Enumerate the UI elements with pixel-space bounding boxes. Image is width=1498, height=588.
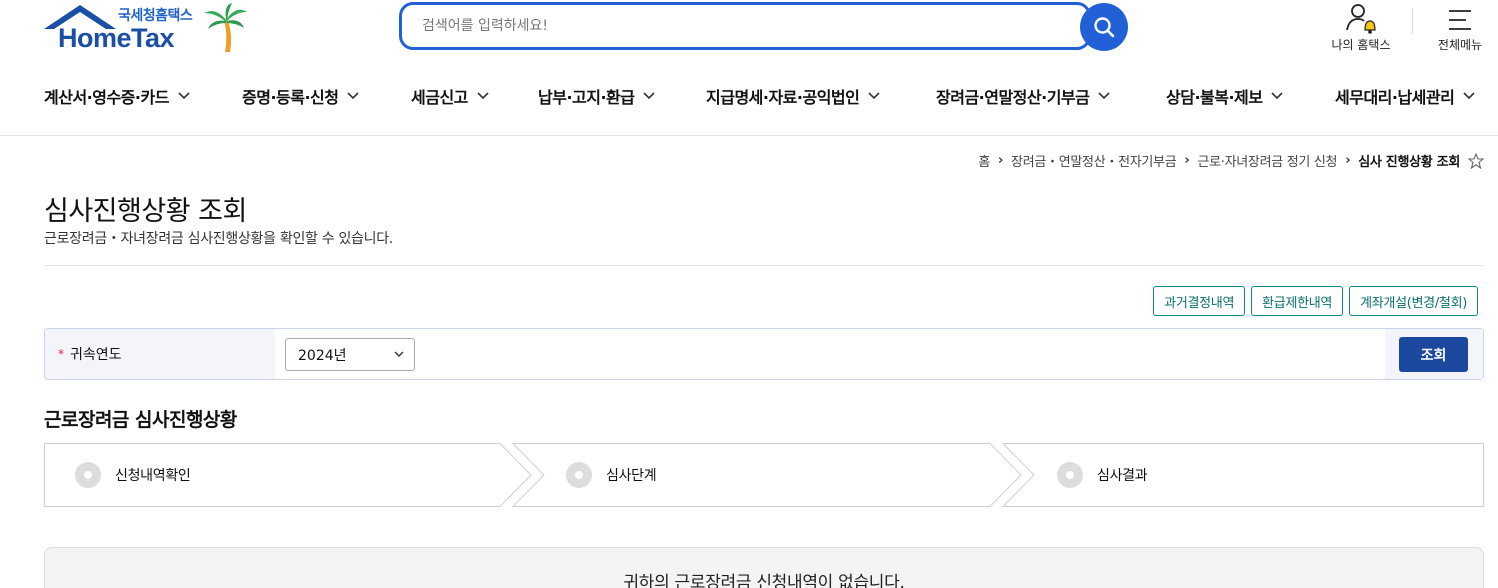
page-title: 심사진행상황 조회 xyxy=(44,196,247,227)
search-input[interactable] xyxy=(422,5,1062,47)
hometax-logo[interactable]: 국세청홈택스 HomeTax xyxy=(44,3,254,53)
gnb-label: 증명·등록·신청 xyxy=(242,88,339,107)
breadcrumb-separator: › xyxy=(1345,153,1351,168)
palm-tree-icon xyxy=(204,3,247,52)
gnb-label: 지급명세·자료·공익법인 xyxy=(706,88,860,107)
step-indicator xyxy=(1057,462,1083,488)
breadcrumb-separator: › xyxy=(1184,153,1190,168)
breadcrumb-current: 심사 진행상황 조회 xyxy=(1358,155,1460,170)
gnb-incentive-yearend[interactable]: 장려금·연말정산·기부금 xyxy=(936,84,1110,108)
chevron-down-icon xyxy=(1098,92,1110,100)
year-field-label: * 귀속연도 xyxy=(45,329,275,379)
logo-title: HomeTax xyxy=(58,23,175,53)
search-button[interactable] xyxy=(1080,3,1128,51)
my-hometax-link[interactable]: 나의 홈택스 xyxy=(1326,0,1396,53)
search-icon xyxy=(1094,17,1115,38)
gnb-payment-refund[interactable]: 납부·고지·환급 xyxy=(538,84,656,108)
gnb-tax-agent[interactable]: 세무대리·납세관리 xyxy=(1335,84,1475,108)
main-navigation: 계산서·영수증·카드 증명·등록·신청 세금신고 납부·고지·환급 지급명세·자… xyxy=(0,74,1498,136)
title-divider xyxy=(44,265,1483,266)
year-label-text: 귀속연도 xyxy=(70,347,122,363)
step-application-check: 신청내역확인 xyxy=(115,468,191,484)
gnb-label: 장려금·연말정산·기부금 xyxy=(936,88,1090,107)
search-box[interactable] xyxy=(399,2,1091,50)
user-bell-icon xyxy=(1346,4,1376,34)
gnb-label: 상담·불복·제보 xyxy=(1166,88,1263,107)
chevron-down-icon xyxy=(868,92,880,100)
my-hometax-label: 나의 홈택스 xyxy=(1331,38,1391,52)
breadcrumb-separator: › xyxy=(997,153,1004,168)
chevron-down-icon xyxy=(178,92,190,100)
header-divider xyxy=(1412,8,1413,34)
top-action-buttons: 과거결정내역 환급제한내역 계좌개설(변경/철회) xyxy=(1153,286,1478,316)
breadcrumb: 홈 › 장려금・연말정산・전자기부금 › 근로·자녀장려금 정기 신청 › 심사… xyxy=(978,151,1484,170)
gnb-certificate-registration[interactable]: 증명·등록·신청 xyxy=(242,84,360,108)
all-menu-button[interactable]: 전체메뉴 xyxy=(1430,0,1490,53)
chevron-down-icon xyxy=(394,351,404,357)
step-review-stage: 심사단계 xyxy=(606,468,657,484)
no-application-message: 귀하의 근로장려금 신청내역이 없습니다. xyxy=(623,573,905,588)
breadcrumb-home[interactable]: 홈 xyxy=(978,151,990,170)
all-menu-label: 전체메뉴 xyxy=(1437,38,1483,52)
year-select[interactable]: 2024년 xyxy=(285,338,415,371)
favorite-star-icon[interactable] xyxy=(1468,152,1484,169)
chevron-down-icon xyxy=(643,92,656,100)
chevron-down-icon xyxy=(1271,92,1284,100)
step-review-result: 심사결과 xyxy=(1097,468,1148,484)
step-indicator xyxy=(75,462,101,488)
breadcrumb-incentive[interactable]: 장려금・연말정산・전자기부금 xyxy=(1011,151,1177,170)
section-title: 근로장려금 심사진행상황 xyxy=(44,409,237,431)
gnb-payment-statements[interactable]: 지급명세·자료·공익법인 xyxy=(706,84,880,108)
hamburger-menu-icon xyxy=(1449,10,1471,30)
past-decisions-button[interactable]: 과거결정내역 xyxy=(1153,286,1246,316)
gnb-label: 세무대리·납세관리 xyxy=(1335,88,1455,107)
logo-subtitle: 국세청홈택스 xyxy=(118,8,193,24)
gnb-invoice-receipt-card[interactable]: 계산서·영수증·카드 xyxy=(44,84,190,108)
step-indicator xyxy=(566,462,592,488)
breadcrumb-regular-application[interactable]: 근로·자녀장려금 정기 신청 xyxy=(1197,151,1337,170)
gnb-label: 납부·고지·환급 xyxy=(538,88,635,107)
refund-restriction-button[interactable]: 환급제한내역 xyxy=(1251,286,1344,316)
steps-outline xyxy=(44,443,1484,507)
required-mark: * xyxy=(58,347,64,361)
chevron-down-icon xyxy=(477,92,489,100)
review-progress-steps: 신청내역확인 심사단계 심사결과 xyxy=(44,443,1484,507)
search-filter-bar: * 귀속연도 2024년 조회 xyxy=(44,328,1484,380)
account-change-button[interactable]: 계좌개설(변경/철회) xyxy=(1349,286,1478,316)
gnb-label: 계산서·영수증·카드 xyxy=(44,88,169,107)
chevron-down-icon xyxy=(347,92,360,100)
gnb-tax-filing[interactable]: 세금신고 xyxy=(411,84,489,108)
gnb-consulting-appeal[interactable]: 상담·불복·제보 xyxy=(1166,84,1284,108)
result-message-box: 귀하의 근로장려금 신청내역이 없습니다. xyxy=(44,547,1484,588)
year-select-value: 2024년 xyxy=(298,347,347,364)
gnb-label: 세금신고 xyxy=(411,88,468,107)
chevron-down-icon xyxy=(1463,92,1475,100)
page-description: 근로장려금・자녀장려금 심사진행상황을 확인할 수 있습니다. xyxy=(44,231,393,247)
query-button[interactable]: 조회 xyxy=(1399,337,1468,372)
global-search xyxy=(399,2,1129,52)
